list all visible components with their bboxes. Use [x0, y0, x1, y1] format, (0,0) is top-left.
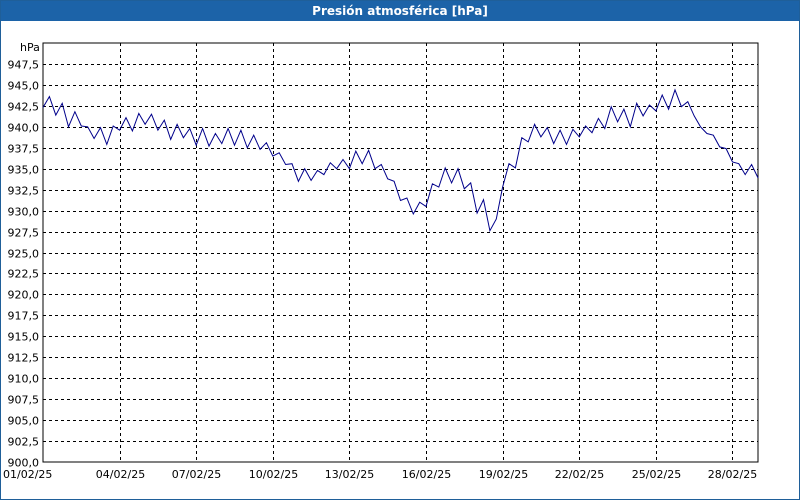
- y-tick-label: 925,0: [8, 248, 40, 261]
- y-tick-label: 920,0: [8, 289, 40, 302]
- x-tick-label: 04/02/25: [96, 468, 145, 481]
- x-tick-label: 10/02/25: [249, 468, 298, 481]
- x-tick-label: 16/02/25: [402, 468, 451, 481]
- y-axis-ticks: 900,0902,5905,0907,5910,0912,5915,0917,5…: [8, 59, 40, 470]
- y-tick-label: 917,5: [8, 310, 40, 323]
- y-tick-label: 940,0: [8, 122, 40, 135]
- y-tick-label: 922,5: [8, 268, 40, 281]
- chart-area: 900,0 902,5 905,0 907,5 910,0 912,5 915,0 917,5…: [1, 22, 799, 499]
- y-tick-label: 947,5: [8, 59, 40, 72]
- x-tick-label: 19/02/25: [479, 468, 528, 481]
- x-tick-label: 13/02/25: [325, 468, 374, 481]
- chart-title: Presión atmosférica [hPa]: [1, 1, 799, 21]
- y-tick-label: 907,5: [8, 394, 40, 407]
- y-tick-label: 932,5: [8, 185, 40, 198]
- y-tick-label: 902,5: [8, 436, 40, 449]
- y-tick-label: 945,0: [8, 80, 40, 93]
- chart-window: Presión atmosférica [hPa] 900,0 902,5 905,…: [0, 0, 800, 500]
- y-tick-label: 937,5: [8, 143, 40, 156]
- pressure-chart: 900,0902,5905,0907,5910,0912,5915,0917,5…: [3, 41, 759, 481]
- x-tick-label: 22/02/25: [555, 468, 604, 481]
- x-tick-label: 07/02/25: [172, 468, 221, 481]
- x-tick-label: 28/02/25: [708, 468, 757, 481]
- x-tick-label: 01/02/25: [3, 468, 52, 481]
- x-tick-label: 25/02/25: [632, 468, 681, 481]
- pressure-series-line: [42, 88, 759, 233]
- y-tick-label: 915,0: [8, 331, 40, 344]
- y-tick-label: 905,0: [8, 415, 40, 428]
- y-tick-label: 935,0: [8, 164, 40, 177]
- y-tick-label: 912,5: [8, 352, 40, 365]
- x-axis-ticks: 01/02/25 04/02/25 07/02/25 10/02/25 13/02/25…: [3, 468, 757, 481]
- y-tick-label: 942,5: [8, 101, 40, 114]
- y-tick-label: 910,0: [8, 373, 40, 386]
- y-axis-label: hPa: [20, 41, 40, 54]
- y-tick-label: 927,5: [8, 227, 40, 240]
- y-tick-label: 930,0: [8, 206, 40, 219]
